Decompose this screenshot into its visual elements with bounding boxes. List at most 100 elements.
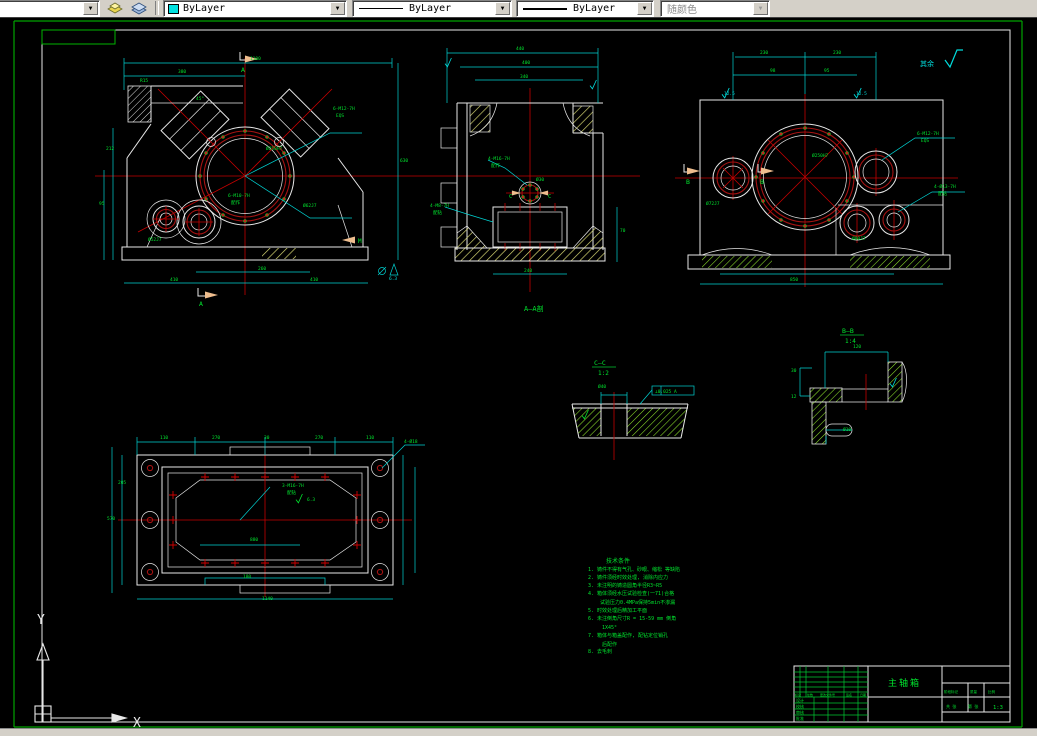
- dim-annotation: 配钻: [938, 190, 947, 197]
- dim-annotation: 45°: [196, 96, 204, 102]
- layer-combo[interactable]: ▼: [0, 0, 100, 17]
- dim-annotation: 850: [790, 277, 798, 283]
- lineweight-sample: [523, 7, 567, 10]
- layers-blue-icon: [131, 2, 147, 15]
- dim-annotation: Ø80J7: [852, 235, 866, 242]
- dim-annotation: 配作: [491, 162, 500, 169]
- make-layer-current-button[interactable]: [104, 0, 126, 16]
- dim-annotation: 110: [366, 435, 374, 441]
- notes-title: 技术条件: [606, 557, 630, 565]
- tb-hdr-count: 处数: [807, 692, 813, 697]
- part-name: 主轴箱: [888, 677, 921, 689]
- dim-annotation: 4-Ø13-7H: [934, 183, 956, 190]
- view-rear: B B 其余: [675, 49, 965, 287]
- tb-col-scale: 比例: [988, 689, 996, 694]
- toolbar-separator: [155, 1, 159, 15]
- dim-annotation: 212: [106, 146, 114, 152]
- tb-col-stage: 阶段标记: [944, 689, 958, 694]
- ucs-y-label: Y: [37, 613, 45, 628]
- dim-annotation: Ø40: [598, 383, 606, 390]
- dim-annotation: 6.3: [307, 497, 315, 503]
- tb-row-check: 校核: [796, 703, 804, 709]
- dim-annotation: 230: [760, 50, 768, 56]
- datum-c-right: C: [548, 194, 551, 200]
- dim-annotation: 205: [118, 480, 126, 486]
- section-cc-label: C—C: [594, 359, 606, 367]
- layer-yellow-icon: [107, 2, 123, 14]
- section-bb-scale: 1:4: [845, 338, 856, 345]
- dim-annotation: 410: [310, 277, 318, 283]
- dim-annotation: 配作: [231, 199, 240, 206]
- dim-annotation: 12.5: [724, 91, 735, 97]
- lineweight-control-value: ByLayer: [573, 3, 616, 14]
- dim-annotation: 70: [620, 228, 626, 234]
- chevron-down-icon[interactable]: ▼: [330, 2, 345, 15]
- linetype-control-combo[interactable]: ByLayer ▼: [352, 0, 512, 17]
- dim-annotation: 120: [853, 344, 861, 350]
- datum-c-left: C: [509, 194, 512, 200]
- plotstyle-control-value: 随颜色: [667, 5, 697, 16]
- chevron-down-icon[interactable]: ▼: [495, 2, 510, 15]
- dim-annotation: 30: [791, 368, 797, 374]
- title-block: 主轴箱 标记 处数 更改文件号 签名 日期 设计 校核 审核 批准 阶段标记 质…: [793, 665, 1011, 723]
- note-line: 7. 箱体与箱盖配作, 配钻定位销孔: [588, 632, 668, 639]
- linetype-control-value: ByLayer: [409, 3, 452, 14]
- dim-annotation: 880: [250, 537, 258, 543]
- dim-annotation: ⊥0.025 A: [655, 389, 677, 395]
- dim-annotation: 410: [170, 277, 178, 283]
- dim-annotation: 98: [770, 68, 776, 74]
- plotstyle-control-combo: 随颜色 ▼: [660, 0, 770, 17]
- dim-annotation: 95: [99, 201, 105, 207]
- dim-annotation: 12.5: [856, 91, 867, 97]
- note-line: 试验压力0.4MPa保持5min不渗漏: [600, 599, 675, 606]
- dim-annotation: Ø10: [843, 426, 851, 433]
- dim-annotation: 110: [160, 435, 168, 441]
- note-line: 5. 时效处理后精加工平面: [588, 607, 647, 614]
- linetype-sample: [359, 8, 403, 9]
- tb-hdr-date: 日期: [860, 692, 866, 697]
- dim-annotation: 30: [264, 435, 270, 441]
- dim-annotation: R15: [140, 78, 148, 84]
- ucs-x-label: X: [133, 716, 141, 728]
- dim-annotation: 4-M16-7H: [488, 156, 510, 162]
- dim-annotation: 1100: [250, 56, 261, 62]
- note-line: 1. 铸件不得有气孔、砂眼、缩松 等缺陷: [588, 566, 680, 573]
- view-section-cc: C—C 1:2: [571, 359, 695, 460]
- datum-a-top: A: [241, 66, 245, 74]
- chevron-down-icon[interactable]: ▼: [637, 2, 652, 15]
- drawing-canvas[interactable]: A A M C C A—A剖 B B 其余 C—C 1:2 B—B 1:4 技术…: [0, 17, 1037, 728]
- dim-annotation: EQS: [336, 113, 344, 119]
- tb-row-audit: 审核: [796, 709, 804, 715]
- dim-annotation: 12: [791, 394, 797, 400]
- note-line: 后配作: [602, 641, 617, 648]
- note-line: 1X45°: [602, 625, 617, 631]
- view-front: A A M: [95, 52, 640, 308]
- lineweight-control-combo[interactable]: ByLayer ▼: [516, 0, 654, 17]
- dim-annotation: Ø72J7: [706, 200, 720, 207]
- dim-annotation: 配钻: [287, 489, 296, 496]
- dim-annotation: Ø52J7: [148, 236, 162, 243]
- dim-annotation: 1140: [262, 596, 273, 602]
- datum-a-bottom: A: [199, 300, 203, 308]
- toolbar: ▼ ByLayer ▼ ByLayer ▼ ByLayer ▼ 随颜色 ▼: [0, 0, 1037, 18]
- tb-scale-value: 1:3: [993, 705, 1003, 711]
- layer-properties-button[interactable]: [128, 0, 150, 16]
- color-control-combo[interactable]: ByLayer ▼: [163, 0, 347, 17]
- dim-annotation: 4-Ø18: [404, 438, 418, 445]
- tb-hdr-sign: 签名: [846, 692, 852, 697]
- chevron-down-icon[interactable]: ▼: [83, 2, 98, 15]
- note-line: 6. 未注倒角尺寸R = 15-59 mm 倒角: [588, 615, 676, 622]
- note-line: 2. 铸件须经时效处理, 消除内应力: [588, 574, 668, 581]
- dim-annotation: 95: [824, 68, 830, 74]
- tb-hdr-doc: 更改文件号: [820, 692, 835, 697]
- dim-annotation: EQS: [921, 138, 929, 144]
- note-line: 3. 未注明的铸造圆角半径R3~R5: [588, 582, 662, 589]
- color-swatch-cyan: [168, 3, 179, 14]
- chevron-down-icon: ▼: [753, 2, 768, 15]
- datum-b-left: B: [686, 178, 690, 186]
- dim-annotation: 6-M12-7H: [917, 131, 939, 137]
- dim-annotation: 270: [315, 435, 323, 441]
- section-cc-scale: 1:2: [598, 370, 609, 377]
- notes-lines: 1. 铸件不得有气孔、砂眼、缩松 等缺陷2. 铸件须经时效处理, 消除内应力3.…: [588, 566, 680, 655]
- tb-hdr-mark: 标记: [795, 692, 801, 697]
